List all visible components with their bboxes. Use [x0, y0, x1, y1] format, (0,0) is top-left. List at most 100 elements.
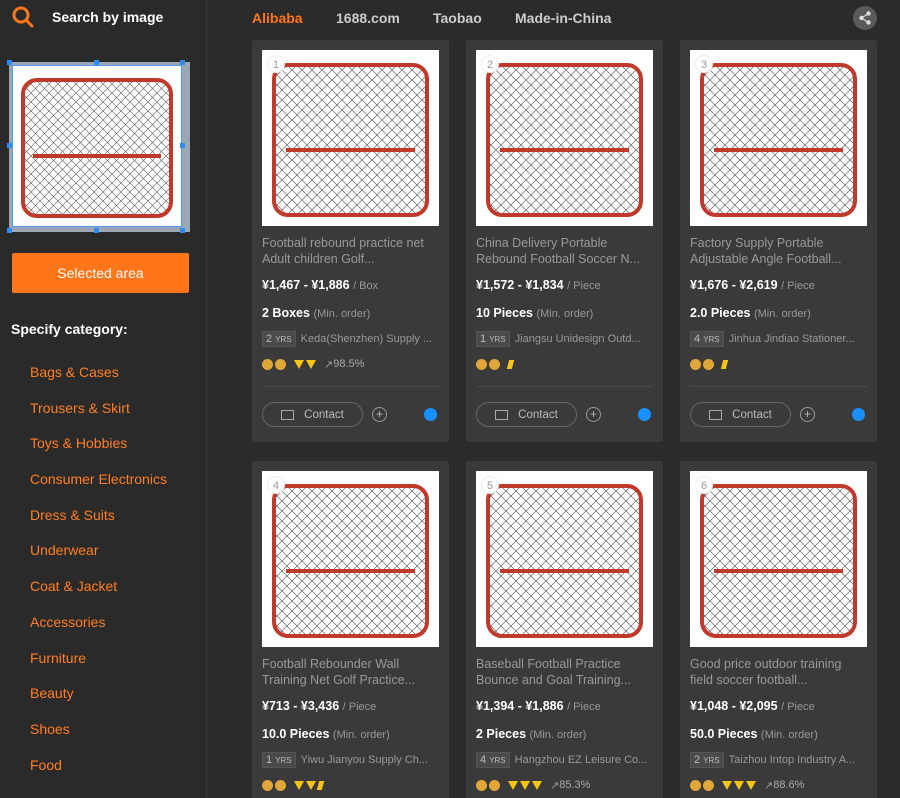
- product-image[interactable]: 1: [262, 50, 439, 226]
- resize-handle[interactable]: [180, 143, 185, 148]
- chat-icon[interactable]: [424, 408, 437, 421]
- product-card[interactable]: 3 Factory Supply Portable Adjustable Ang…: [680, 40, 877, 442]
- product-title[interactable]: China Delivery Portable Rebound Football…: [476, 235, 653, 269]
- product-card[interactable]: 5 Baseball Football Practice Bounce and …: [466, 461, 663, 798]
- contact-button[interactable]: Contact: [690, 402, 791, 427]
- supplier-name[interactable]: Jinhua Jindiao Stationer...: [729, 333, 855, 345]
- resize-handle[interactable]: [7, 60, 12, 65]
- verified-icon: [262, 779, 273, 791]
- product-title[interactable]: Baseball Football Practice Bounce and Go…: [476, 656, 653, 690]
- product-title[interactable]: Football rebound practice net Adult chil…: [262, 235, 439, 269]
- product-card[interactable]: 6 Good price outdoor training field socc…: [680, 461, 877, 798]
- resize-handle[interactable]: [7, 228, 12, 233]
- app: Search by image Selected area Specify ca…: [0, 0, 900, 798]
- supplier-row: 2 YRS Keda(Shenzhen) Supply ...: [262, 331, 439, 347]
- response-rate: 98.5%: [333, 358, 365, 370]
- mail-icon: [495, 409, 509, 420]
- tab-alibaba[interactable]: Alibaba: [252, 10, 303, 26]
- category-item[interactable]: Dress & Suits: [30, 507, 167, 543]
- category-item[interactable]: Food: [30, 757, 167, 793]
- category-item[interactable]: Consumer Electronics: [30, 471, 167, 507]
- selection-box[interactable]: [7, 60, 190, 233]
- verified-icon: [690, 779, 701, 791]
- price-value: ¥1,572 - ¥1,834: [476, 278, 564, 292]
- contact-button[interactable]: Contact: [262, 402, 363, 427]
- rank-badge: 6: [695, 476, 713, 494]
- product-image[interactable]: 5: [476, 471, 653, 647]
- share-icon: [859, 11, 871, 25]
- search-image-icon: [12, 6, 34, 28]
- category-item[interactable]: Trousers & Skirt: [30, 400, 167, 436]
- badges-row: ↗ 85.3%: [476, 778, 590, 792]
- contact-label: Contact: [518, 408, 558, 421]
- supplier-name[interactable]: Taizhou Intop Industry A...: [729, 754, 856, 766]
- category-item[interactable]: Underwear: [30, 542, 167, 578]
- product-image[interactable]: 3: [690, 50, 867, 226]
- category-item[interactable]: Coat & Jacket: [30, 578, 167, 614]
- product-image[interactable]: 2: [476, 50, 653, 226]
- years-badge: 2 YRS: [262, 331, 296, 347]
- net-image-icon: [21, 78, 173, 218]
- contact-label: Contact: [304, 408, 344, 421]
- product-image[interactable]: 6: [690, 471, 867, 647]
- min-order: 10 Pieces (Min. order): [476, 306, 593, 320]
- years-badge: 2 YRS: [690, 752, 724, 768]
- min-order: 50.0 Pieces (Min. order): [690, 727, 818, 741]
- price-value: ¥1,676 - ¥2,619: [690, 278, 778, 292]
- add-icon[interactable]: +: [586, 407, 601, 422]
- product-title[interactable]: Good price outdoor training field soccer…: [690, 656, 867, 690]
- category-item[interactable]: Bags & Cases: [30, 364, 167, 400]
- diamond-icon: [722, 780, 732, 790]
- resize-handle[interactable]: [94, 60, 99, 65]
- trade-assurance-icon: [275, 779, 286, 791]
- product-card[interactable]: 4 Football Rebounder Wall Training Net G…: [252, 461, 449, 798]
- resize-handle[interactable]: [7, 143, 12, 148]
- selected-area-button[interactable]: Selected area: [12, 253, 189, 293]
- product-title[interactable]: Factory Supply Portable Adjustable Angle…: [690, 235, 867, 269]
- product-card[interactable]: 2 China Delivery Portable Rebound Footba…: [466, 40, 663, 442]
- add-icon[interactable]: +: [800, 407, 815, 422]
- resize-handle[interactable]: [180, 60, 185, 65]
- supplier-name[interactable]: Hangzhou EZ Leisure Co...: [515, 754, 648, 766]
- tab-1688[interactable]: 1688.com: [336, 10, 400, 26]
- diamond-icon: [532, 780, 542, 790]
- tab-taobao[interactable]: Taobao: [433, 10, 482, 26]
- supplier-name[interactable]: Yiwu Jianyou Supply Ch...: [301, 754, 428, 766]
- share-button[interactable]: [853, 6, 877, 30]
- badges-row: ↗ 88.6%: [690, 778, 804, 792]
- contact-button[interactable]: Contact: [476, 402, 577, 427]
- trade-assurance-icon: [489, 358, 500, 370]
- price-range: ¥713 - ¥3,436 / Piece: [262, 699, 376, 713]
- price-range: ¥1,048 - ¥2,095 / Piece: [690, 699, 815, 713]
- price-unit: / Box: [353, 280, 379, 292]
- years-badge: 1 YRS: [262, 752, 296, 768]
- chat-icon[interactable]: [638, 408, 651, 421]
- badges-row: ↗ 98.5%: [262, 357, 364, 371]
- years-value: 4: [694, 333, 701, 345]
- product-title[interactable]: Football Rebounder Wall Training Net Gol…: [262, 656, 439, 690]
- rank-badge: 4: [267, 476, 285, 494]
- category-item[interactable]: Furniture: [30, 650, 167, 686]
- min-order: 2 Pieces (Min. order): [476, 727, 586, 741]
- diamond-icon: [306, 359, 316, 369]
- category-item[interactable]: Accessories: [30, 614, 167, 650]
- category-item[interactable]: Shoes: [30, 721, 167, 757]
- product-image[interactable]: 4: [262, 471, 439, 647]
- tab-made-in-china[interactable]: Made-in-China: [515, 10, 611, 26]
- category-item[interactable]: Beauty: [30, 685, 167, 721]
- years-label: YRS: [275, 756, 292, 765]
- supplier-row: 1 YRS Yiwu Jianyou Supply Ch...: [262, 752, 439, 768]
- product-card[interactable]: 1 Football rebound practice net Adult ch…: [252, 40, 449, 442]
- moq-value: 50.0 Pieces: [690, 727, 758, 741]
- half-diamond-icon: [720, 359, 729, 369]
- resize-handle[interactable]: [94, 228, 99, 233]
- resize-handle[interactable]: [180, 228, 185, 233]
- mail-icon: [281, 409, 295, 420]
- add-icon[interactable]: +: [372, 407, 387, 422]
- supplier-name[interactable]: Keda(Shenzhen) Supply ...: [301, 333, 432, 345]
- moq-value: 2 Boxes: [262, 306, 310, 320]
- category-item[interactable]: Toys & Hobbies: [30, 435, 167, 471]
- chat-icon[interactable]: [852, 408, 865, 421]
- supplier-name[interactable]: Jiangsu Unidesign Outd...: [515, 333, 641, 345]
- rank-badge: 2: [481, 55, 499, 73]
